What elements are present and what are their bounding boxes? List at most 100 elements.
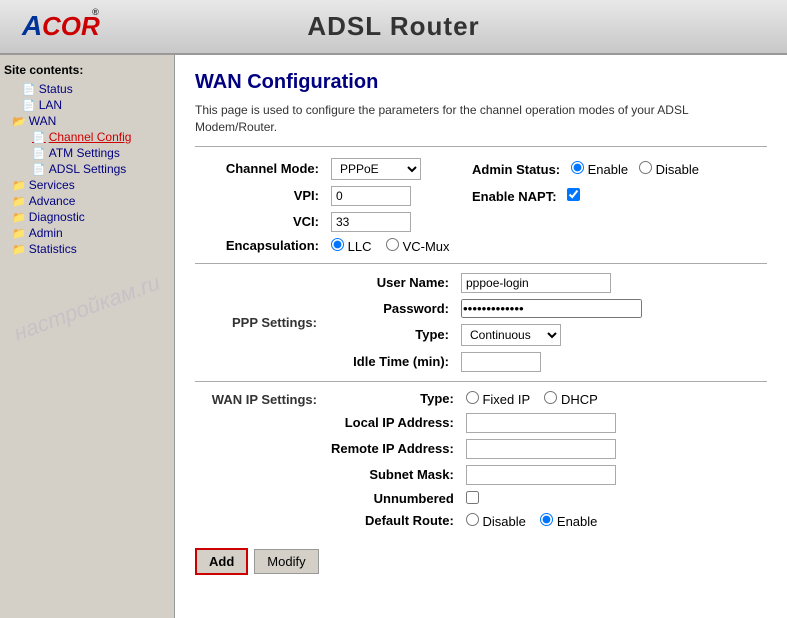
sidebar-item-services[interactable]: 📁 Services [10,177,170,193]
sidebar-label-status: Status [39,82,73,96]
sidebar-label-wan: WAN [29,114,57,128]
remote-ip-label: Remote IP Address: [325,436,460,462]
wan-fixed-ip-text: Fixed IP [482,392,529,407]
page-title: WAN Configuration [195,71,767,94]
default-route-enable-text: Enable [557,514,597,529]
encap-vcmux-label[interactable]: VC-Mux [386,239,450,254]
sidebar-item-status[interactable]: 📄 Status [20,81,170,97]
admin-enable-text: Enable [588,162,628,177]
admin-enable-radio[interactable] [571,161,584,174]
subnet-mask-label: Subnet Mask: [325,462,460,488]
vpi-input[interactable] [331,186,411,206]
sidebar-item-advance[interactable]: 📁 Advance [10,193,170,209]
sidebar-item-statistics[interactable]: 📁 Statistics [10,241,170,257]
channel-mode-select[interactable]: PPPoE PPPoA 1483 Bridged 1483 Routed [331,158,421,180]
type-label: Type: [325,321,455,349]
main-layout: Site contents: 📄 Status 📄 LAN 📂 WAN 📄 Ch… [0,55,787,618]
admin-disable-radio[interactable] [639,161,652,174]
default-route-cell: Disable Enable [460,510,767,532]
folder-icon: 📁 [12,243,26,256]
username-label: User Name: [325,270,455,296]
vci-label: VCI: [195,209,325,235]
sidebar: Site contents: 📄 Status 📄 LAN 📂 WAN 📄 Ch… [0,55,175,618]
wan-fixed-ip-radio[interactable] [466,391,479,404]
vpi-row: VPI: Enable NAPT: [195,183,767,209]
default-route-disable-label[interactable]: Disable [466,514,530,529]
encap-llc-label[interactable]: LLC [331,239,375,254]
idle-time-input[interactable] [461,352,541,372]
password-cell [455,296,767,321]
logo-a: A CORP ® [20,3,100,50]
sidebar-item-admin[interactable]: 📁 Admin [10,225,170,241]
unnumbered-label: Unnumbered [325,488,460,510]
subnet-mask-cell [460,462,767,488]
encap-label: Encapsulation: [195,235,325,257]
sidebar-label-advance: Advance [29,194,76,208]
vci-cell [325,209,452,235]
wan-ip-type-row: WAN IP Settings: Type: Fixed IP DHCP [195,388,767,410]
wan-ip-label: WAN IP Settings: [195,388,325,532]
encap-cell: LLC VC-Mux [325,235,767,257]
admin-status-label: Admin Status: [472,162,560,177]
page-icon: 📄 [32,131,46,144]
type-select[interactable]: Continuous Connect on Demand Manual [461,324,561,346]
encap-vcmux-radio[interactable] [386,238,399,251]
vpi-label: VPI: [195,183,325,209]
sidebar-item-diagnostic[interactable]: 📁 Diagnostic [10,209,170,225]
ppp-settings-table: PPP Settings: User Name: Password: Type:… [195,270,767,375]
encap-vcmux-text: VC-Mux [403,239,450,254]
vpi-cell [325,183,452,209]
default-route-disable-text: Disable [482,514,525,529]
password-input[interactable] [461,299,642,318]
add-button[interactable]: Add [195,548,248,575]
modify-button[interactable]: Modify [254,549,318,574]
vci-row: VCI: [195,209,767,235]
vci-input[interactable] [331,212,411,232]
button-row: Add Modify [195,548,767,575]
type-cell: Continuous Connect on Demand Manual [455,321,767,349]
folder-icon: 📁 [12,195,26,208]
header: A CORP ® ADSL Router [0,0,787,55]
encap-llc-text: LLC [348,239,372,254]
encap-row: Encapsulation: LLC VC-Mux [195,235,767,257]
channel-mode-cell: PPPoE PPPoA 1483 Bridged 1483 Routed [325,155,452,183]
encap-llc-radio[interactable] [331,238,344,251]
admin-status-cell: Admin Status: Enable Disable [452,155,767,183]
page-icon: 📄 [32,163,46,176]
wan-ip-type-cell: Fixed IP DHCP [460,388,767,410]
unnumbered-checkbox[interactable] [466,491,479,504]
default-route-disable-radio[interactable] [466,513,479,526]
username-input[interactable] [461,273,611,293]
remote-ip-input[interactable] [466,439,616,459]
divider-top [195,146,767,147]
local-ip-label: Local IP Address: [325,410,460,436]
folder-icon: 📁 [12,227,26,240]
default-route-enable-radio[interactable] [540,513,553,526]
sidebar-title: Site contents: [4,63,170,77]
wan-ip-type-label: Type: [325,388,460,410]
local-ip-input[interactable] [466,413,616,433]
wan-dhcp-radio[interactable] [544,391,557,404]
sidebar-item-wan[interactable]: 📂 WAN [10,113,170,129]
default-route-enable-label[interactable]: Enable [540,514,597,529]
sidebar-item-channel-config[interactable]: 📄 Channel Config [30,129,170,145]
channel-mode-label: Channel Mode: [195,155,325,183]
wan-dhcp-label[interactable]: DHCP [544,392,597,407]
logo: A CORP ® [20,3,100,50]
idle-time-cell [455,349,767,375]
sidebar-label-atm: ATM Settings [49,146,120,160]
config-table: Channel Mode: PPPoE PPPoA 1483 Bridged 1… [195,155,767,257]
folder-open-icon: 📂 [12,115,26,128]
idle-time-label: Idle Time (min): [325,349,455,375]
sidebar-item-adsl-settings[interactable]: 📄 ADSL Settings [30,161,170,177]
empty-cell-1 [452,209,767,235]
wan-fixed-ip-label[interactable]: Fixed IP [466,392,534,407]
sidebar-item-lan[interactable]: 📄 LAN [20,97,170,113]
page-icon: 📄 [32,147,46,160]
admin-enable-label[interactable]: Enable [571,162,632,177]
sidebar-item-atm-settings[interactable]: 📄 ATM Settings [30,145,170,161]
username-row: PPP Settings: User Name: [195,270,767,296]
subnet-mask-input[interactable] [466,465,616,485]
enable-napt-checkbox[interactable] [567,188,580,201]
admin-disable-label[interactable]: Disable [639,162,699,177]
